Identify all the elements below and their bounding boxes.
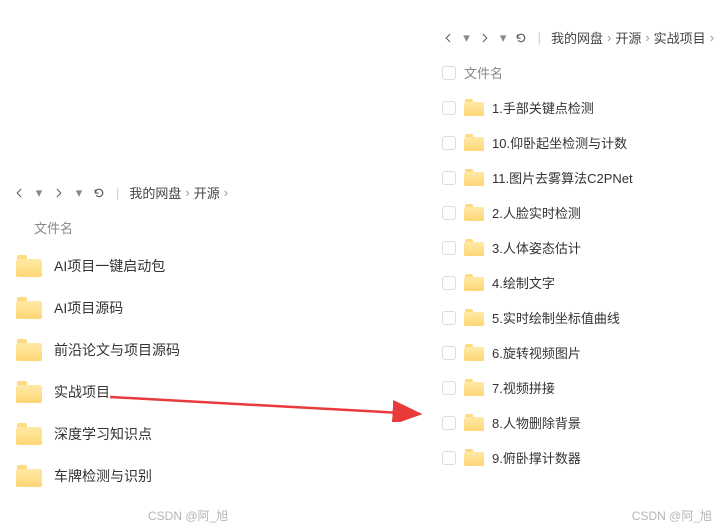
row-checkbox[interactable] bbox=[442, 206, 456, 220]
back-icon[interactable] bbox=[12, 186, 26, 200]
item-label: AI项目一键启动包 bbox=[54, 256, 165, 276]
list-item[interactable]: 1.手部关键点检测 bbox=[430, 90, 726, 125]
folder-icon bbox=[464, 239, 484, 256]
row-checkbox[interactable] bbox=[442, 241, 456, 255]
row-checkbox[interactable] bbox=[442, 276, 456, 290]
item-label: 1.手部关键点检测 bbox=[492, 98, 594, 117]
item-label: 6.旋转视频图片 bbox=[492, 343, 581, 362]
folder-icon bbox=[464, 99, 484, 116]
folder-icon bbox=[16, 465, 42, 487]
folder-icon bbox=[16, 423, 42, 445]
list-item[interactable]: AI项目一键启动包 bbox=[0, 245, 335, 287]
watermark: CSDN @阿_旭 bbox=[148, 507, 228, 524]
list-item[interactable]: AI项目源码 bbox=[0, 287, 335, 329]
chevron-right-icon: › bbox=[645, 30, 649, 45]
row-checkbox[interactable] bbox=[442, 381, 456, 395]
folder-icon bbox=[16, 381, 42, 403]
list-item[interactable]: 7.视频拼接 bbox=[430, 370, 726, 405]
chevron-right-icon: › bbox=[607, 30, 611, 45]
left-column-header: 文件名 bbox=[0, 210, 335, 245]
item-label: 9.俯卧撑计数器 bbox=[492, 448, 581, 467]
row-checkbox[interactable] bbox=[442, 416, 456, 430]
item-label: AI项目源码 bbox=[54, 298, 123, 318]
list-item[interactable]: 前沿论文与项目源码 bbox=[0, 329, 335, 371]
breadcrumb-item[interactable]: 开源 bbox=[615, 28, 641, 47]
list-item[interactable]: 11.图片去雾算法C2PNet bbox=[430, 160, 726, 195]
list-item[interactable]: 2.人脸实时检测 bbox=[430, 195, 726, 230]
folder-icon bbox=[16, 339, 42, 361]
breadcrumb-item[interactable]: 我的网盘 bbox=[129, 183, 181, 202]
list-item[interactable]: 深度学习知识点 bbox=[0, 413, 335, 455]
nav-divider: | bbox=[538, 30, 541, 45]
right-file-list: 1.手部关键点检测 10.仰卧起坐检测与计数 11.图片去雾算法C2PNet 2… bbox=[430, 90, 726, 475]
item-label: 11.图片去雾算法C2PNet bbox=[492, 168, 633, 187]
item-label: 2.人脸实时检测 bbox=[492, 203, 581, 222]
folder-icon bbox=[464, 379, 484, 396]
chevron-right-icon: › bbox=[710, 30, 714, 45]
item-label: 4.绘制文字 bbox=[492, 273, 555, 292]
forward-icon[interactable] bbox=[479, 31, 491, 45]
forward-dropdown-icon[interactable]: ▾ bbox=[32, 186, 46, 200]
breadcrumb-item[interactable]: 实战项目 bbox=[654, 28, 706, 47]
item-label: 10.仰卧起坐检测与计数 bbox=[492, 133, 627, 152]
list-item[interactable]: 8.人物删除背景 bbox=[430, 405, 726, 440]
list-item[interactable]: 实战项目 bbox=[0, 371, 335, 413]
list-item[interactable]: 5.实时绘制坐标值曲线 bbox=[430, 300, 726, 335]
forward-dropdown2-icon[interactable]: ▾ bbox=[72, 186, 86, 200]
back-icon[interactable] bbox=[442, 31, 454, 45]
right-breadcrumb: 我的网盘 › 开源 › 实战项目 › bbox=[551, 28, 714, 47]
row-checkbox[interactable] bbox=[442, 136, 456, 150]
folder-icon bbox=[16, 255, 42, 277]
folder-icon bbox=[464, 344, 484, 361]
select-all-checkbox[interactable] bbox=[442, 66, 456, 80]
list-item[interactable]: 车牌检测与识别 bbox=[0, 455, 335, 497]
row-checkbox[interactable] bbox=[442, 451, 456, 465]
right-nav-row: ▾ ▾ | 我的网盘 › 开源 › 实战项目 › bbox=[430, 20, 726, 55]
left-nav-row: ▾ ▾ | 我的网盘 › 开源 › bbox=[0, 175, 335, 210]
refresh-icon[interactable] bbox=[515, 31, 527, 45]
nav-divider: | bbox=[116, 185, 119, 200]
folder-icon bbox=[464, 414, 484, 431]
chevron-right-icon: › bbox=[224, 185, 228, 200]
left-file-list: AI项目一键启动包 AI项目源码 前沿论文与项目源码 实战项目 深度学习知识点 … bbox=[0, 245, 335, 497]
item-label: 7.视频拼接 bbox=[492, 378, 555, 397]
breadcrumb-item[interactable]: 我的网盘 bbox=[551, 28, 603, 47]
folder-icon bbox=[464, 134, 484, 151]
folder-icon bbox=[464, 309, 484, 326]
item-label: 车牌检测与识别 bbox=[54, 466, 152, 486]
list-item[interactable]: 4.绘制文字 bbox=[430, 265, 726, 300]
list-item[interactable]: 3.人体姿态估计 bbox=[430, 230, 726, 265]
folder-icon bbox=[16, 297, 42, 319]
folder-icon bbox=[464, 169, 484, 186]
item-label: 前沿论文与项目源码 bbox=[54, 340, 180, 360]
item-label: 5.实时绘制坐标值曲线 bbox=[492, 308, 620, 327]
forward-dropdown-icon[interactable]: ▾ bbox=[460, 31, 472, 45]
row-checkbox[interactable] bbox=[442, 101, 456, 115]
list-item[interactable]: 10.仰卧起坐检测与计数 bbox=[430, 125, 726, 160]
right-panel: ▾ ▾ | 我的网盘 › 开源 › 实战项目 › 文件名 1.手部关键点检测 bbox=[430, 20, 726, 475]
column-header-label: 文件名 bbox=[34, 218, 73, 237]
folder-icon bbox=[464, 204, 484, 221]
row-checkbox[interactable] bbox=[442, 346, 456, 360]
item-label: 深度学习知识点 bbox=[54, 424, 152, 444]
chevron-right-icon: › bbox=[185, 185, 189, 200]
left-breadcrumb: 我的网盘 › 开源 › bbox=[129, 183, 228, 202]
list-item[interactable]: 9.俯卧撑计数器 bbox=[430, 440, 726, 475]
row-checkbox[interactable] bbox=[442, 171, 456, 185]
folder-icon bbox=[464, 449, 484, 466]
column-header-label: 文件名 bbox=[464, 63, 503, 82]
item-label: 3.人体姿态估计 bbox=[492, 238, 581, 257]
forward-dropdown2-icon[interactable]: ▾ bbox=[497, 31, 509, 45]
breadcrumb-item[interactable]: 开源 bbox=[194, 183, 220, 202]
refresh-icon[interactable] bbox=[92, 186, 106, 200]
row-checkbox[interactable] bbox=[442, 311, 456, 325]
folder-icon bbox=[464, 274, 484, 291]
list-item[interactable]: 6.旋转视频图片 bbox=[430, 335, 726, 370]
watermark: CSDN @阿_旭 bbox=[632, 507, 712, 524]
item-label: 8.人物删除背景 bbox=[492, 413, 581, 432]
left-panel: ▾ ▾ | 我的网盘 › 开源 › 文件名 AI项目一键启动包 AI项目源码 bbox=[0, 175, 335, 497]
forward-icon[interactable] bbox=[52, 186, 66, 200]
right-column-header: 文件名 bbox=[430, 55, 726, 90]
item-label: 实战项目 bbox=[54, 382, 110, 402]
